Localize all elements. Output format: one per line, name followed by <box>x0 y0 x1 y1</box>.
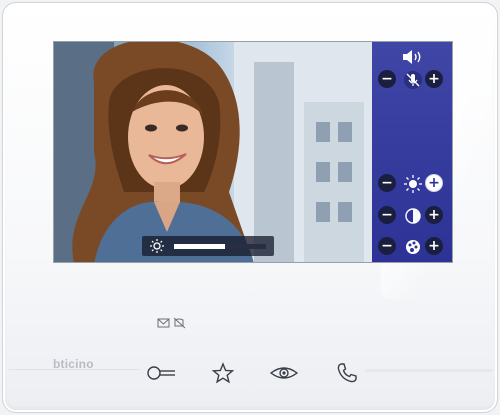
key-icon[interactable] <box>145 361 181 385</box>
color-row: − + <box>372 237 452 261</box>
no-disturb-icon <box>173 317 186 329</box>
brightness-slider-track[interactable] <box>174 244 266 249</box>
brand-logo: bticino <box>53 357 94 371</box>
camera-video-feed <box>54 42 372 262</box>
contrast-minus-button[interactable]: − <box>378 206 396 224</box>
sun-icon <box>404 175 422 193</box>
brightness-overlay-bar[interactable] <box>142 236 274 256</box>
phone-icon[interactable] <box>335 361 359 385</box>
contrast-row: − + <box>372 206 452 230</box>
divider-right <box>365 369 493 372</box>
volume-row: − + <box>372 70 452 94</box>
speaker-icon <box>403 50 421 64</box>
color-plus-button[interactable]: + <box>425 237 443 255</box>
volume-minus-button[interactable]: − <box>378 70 396 88</box>
color-minus-button[interactable]: − <box>378 237 396 255</box>
palette-icon <box>406 240 420 254</box>
settings-panel: − + − + − + − + <box>372 42 452 262</box>
mail-icon <box>157 318 170 328</box>
brightness-plus-button[interactable]: + <box>425 174 443 192</box>
volume-plus-button[interactable]: + <box>425 70 443 88</box>
star-icon[interactable] <box>210 361 236 385</box>
contrast-plus-button[interactable]: + <box>425 206 443 224</box>
eye-icon[interactable] <box>268 361 300 385</box>
video-image <box>54 42 372 262</box>
brightness-slider-fill <box>174 244 225 249</box>
display-screen: − + − + − + − + <box>53 41 453 263</box>
sun-icon <box>150 239 164 253</box>
brightness-row: − + <box>372 174 452 198</box>
intercom-device: − + − + − + − + bticino <box>2 2 498 413</box>
contrast-icon <box>405 208 421 224</box>
brightness-minus-button[interactable]: − <box>378 174 396 192</box>
status-icons <box>157 317 186 329</box>
mic-mute-icon <box>404 71 422 89</box>
